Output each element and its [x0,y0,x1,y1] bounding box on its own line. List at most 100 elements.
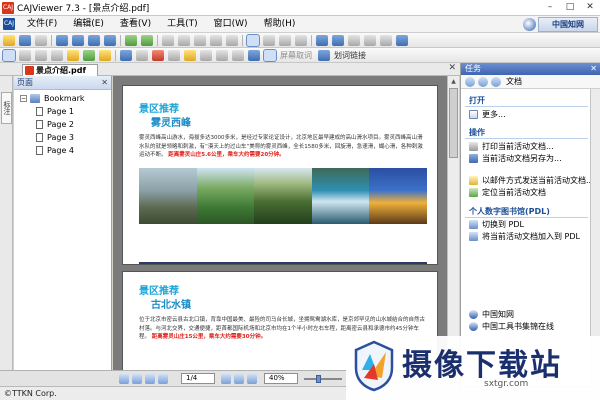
print-document-link[interactable]: 打印当前活动文档... [469,141,554,152]
highlight-icon[interactable] [184,49,196,61]
first-page-nav-icon[interactable] [145,373,155,384]
screen-capture-label[interactable]: 屏幕取词 [280,50,312,61]
add-to-pdl-link[interactable]: 将当前活动文档加入到 PDL [469,231,580,242]
ocr-icon[interactable] [83,49,95,61]
scrollbar-thumb[interactable] [449,88,458,158]
window-title: CAJViewer 7.3 - [景点介绍.pdf] [17,4,150,14]
close-button[interactable]: ✕ [580,0,600,16]
last-page-icon[interactable] [104,34,116,46]
page-number-field[interactable]: 1/4 [181,373,215,384]
annotation-side-tab[interactable]: 标注 [1,92,12,124]
prev-page-nav-icon[interactable] [158,373,168,384]
bookmark-page-3[interactable]: Page 3 [20,131,111,144]
reference-books-link[interactable]: 中国工具书集锦在线 [469,321,554,332]
continuous-page-icon[interactable] [263,34,275,46]
document-scrollbar[interactable]: ▲ ▼ [447,76,459,370]
facing-page-icon[interactable] [279,34,291,46]
minimize-button[interactable]: – [540,0,560,16]
zoom-in-icon[interactable] [162,34,174,46]
forward-arrow-icon[interactable] [478,76,488,87]
menu-edit[interactable]: 编辑(E) [65,16,112,33]
menu-help[interactable]: 帮助(H) [256,16,304,33]
word-link-icon[interactable] [318,49,330,61]
note-icon[interactable] [99,49,111,61]
zoom-slider[interactable] [304,374,342,383]
task-pane-close-button[interactable]: ✕ [590,63,597,75]
text-tool-icon[interactable] [35,49,47,61]
rotate-icon[interactable] [295,34,307,46]
open-more-link[interactable]: 更多... [469,109,506,120]
bookmark-page-2[interactable]: Page 2 [20,118,111,131]
word-link-label[interactable]: 划词链接 [334,50,366,61]
document-close-button[interactable]: ✕ [448,63,456,73]
previous-page-icon[interactable] [72,34,84,46]
cnki-link[interactable]: 中国知网 [469,309,514,320]
select-image-icon[interactable] [51,49,63,61]
single-view-icon[interactable] [119,373,129,384]
toolbar-separator [311,34,312,46]
underline-icon[interactable] [200,49,212,61]
forward-icon[interactable] [141,34,153,46]
ellipse-icon[interactable] [168,49,180,61]
pen-icon[interactable] [120,49,132,61]
snapshot-icon[interactable] [67,49,79,61]
maximize-button[interactable]: □ [560,0,580,16]
bookmark-page-4[interactable]: Page 4 [20,144,111,157]
next-page-icon[interactable] [88,34,100,46]
screen-capture-icon[interactable] [263,48,277,62]
line-icon[interactable] [136,49,148,61]
fit-page-icon[interactable] [194,34,206,46]
document-tab[interactable]: 景点介绍.pdf [22,64,98,76]
bookmark-root[interactable]: − Bookmark [20,92,111,105]
switch-to-pdl-link[interactable]: 切换到 PDL [469,219,524,230]
print-icon[interactable] [35,34,47,46]
back-icon[interactable] [125,34,137,46]
find-icon[interactable] [316,34,328,46]
continuous-view-icon[interactable] [132,373,142,384]
collapse-icon[interactable]: − [20,95,27,102]
single-page-icon[interactable] [246,33,260,47]
task-pane-nav: 文档 [461,75,600,89]
hand-tool-icon[interactable] [2,48,16,62]
scroll-up-icon[interactable]: ▲ [449,77,458,86]
knowledge-link-icon[interactable] [248,49,260,61]
next-page-nav-icon[interactable] [221,373,231,384]
thumbnail-icon[interactable] [364,34,376,46]
menu-window[interactable]: 窗口(W) [206,16,256,33]
task-pane-nav-label[interactable]: 文档 [506,76,522,87]
menu-logo-icon[interactable]: CAJ [3,18,15,30]
select-text-icon[interactable] [19,49,31,61]
app-icon: CAJ [2,1,14,14]
page-icon [36,146,43,155]
cnki-brand-button[interactable]: 中国知网 [538,17,598,32]
menu-view[interactable]: 查看(V) [112,16,159,33]
eraser-icon[interactable] [232,49,244,61]
email-document-link[interactable]: 以邮件方式发送当前活动文档... [469,175,594,186]
back-arrow-icon[interactable] [465,76,475,87]
strikeout-icon[interactable] [216,49,228,61]
rectangle-icon[interactable] [152,49,164,61]
menu-file[interactable]: 文件(F) [19,16,65,33]
first-page-icon[interactable] [56,34,68,46]
save-icon[interactable] [19,34,31,46]
actual-size-icon[interactable] [226,34,238,46]
zoom-out-nav-icon[interactable] [247,373,257,384]
zoom-level-field[interactable]: 40% [264,373,298,384]
open-icon[interactable] [3,34,15,46]
cnki-globe-icon[interactable] [523,18,536,31]
zoom-slider-handle[interactable] [316,374,321,383]
document-view[interactable]: 景区推荐 雾灵西峰 雾灵西峰高山游水，海拔多达3000多米，是经过专家论证设计，… [113,76,447,371]
save-as-link[interactable]: 当前活动文档另存为... [469,153,562,164]
menu-tools[interactable]: 工具(T) [159,16,206,33]
last-page-nav-icon[interactable] [234,373,244,384]
fit-width-icon[interactable] [210,34,222,46]
pages-panel-close-button[interactable]: ✕ [101,76,108,90]
locate-document-link[interactable]: 定位当前活动文档 [469,187,546,198]
bookmark-page-1[interactable]: Page 1 [20,105,111,118]
zoom-out-icon[interactable] [178,34,190,46]
help-icon[interactable] [396,34,408,46]
bookmark-icon[interactable] [348,34,360,46]
home-icon[interactable] [491,76,501,87]
layout-icon[interactable] [380,34,392,46]
search-icon[interactable] [332,34,344,46]
